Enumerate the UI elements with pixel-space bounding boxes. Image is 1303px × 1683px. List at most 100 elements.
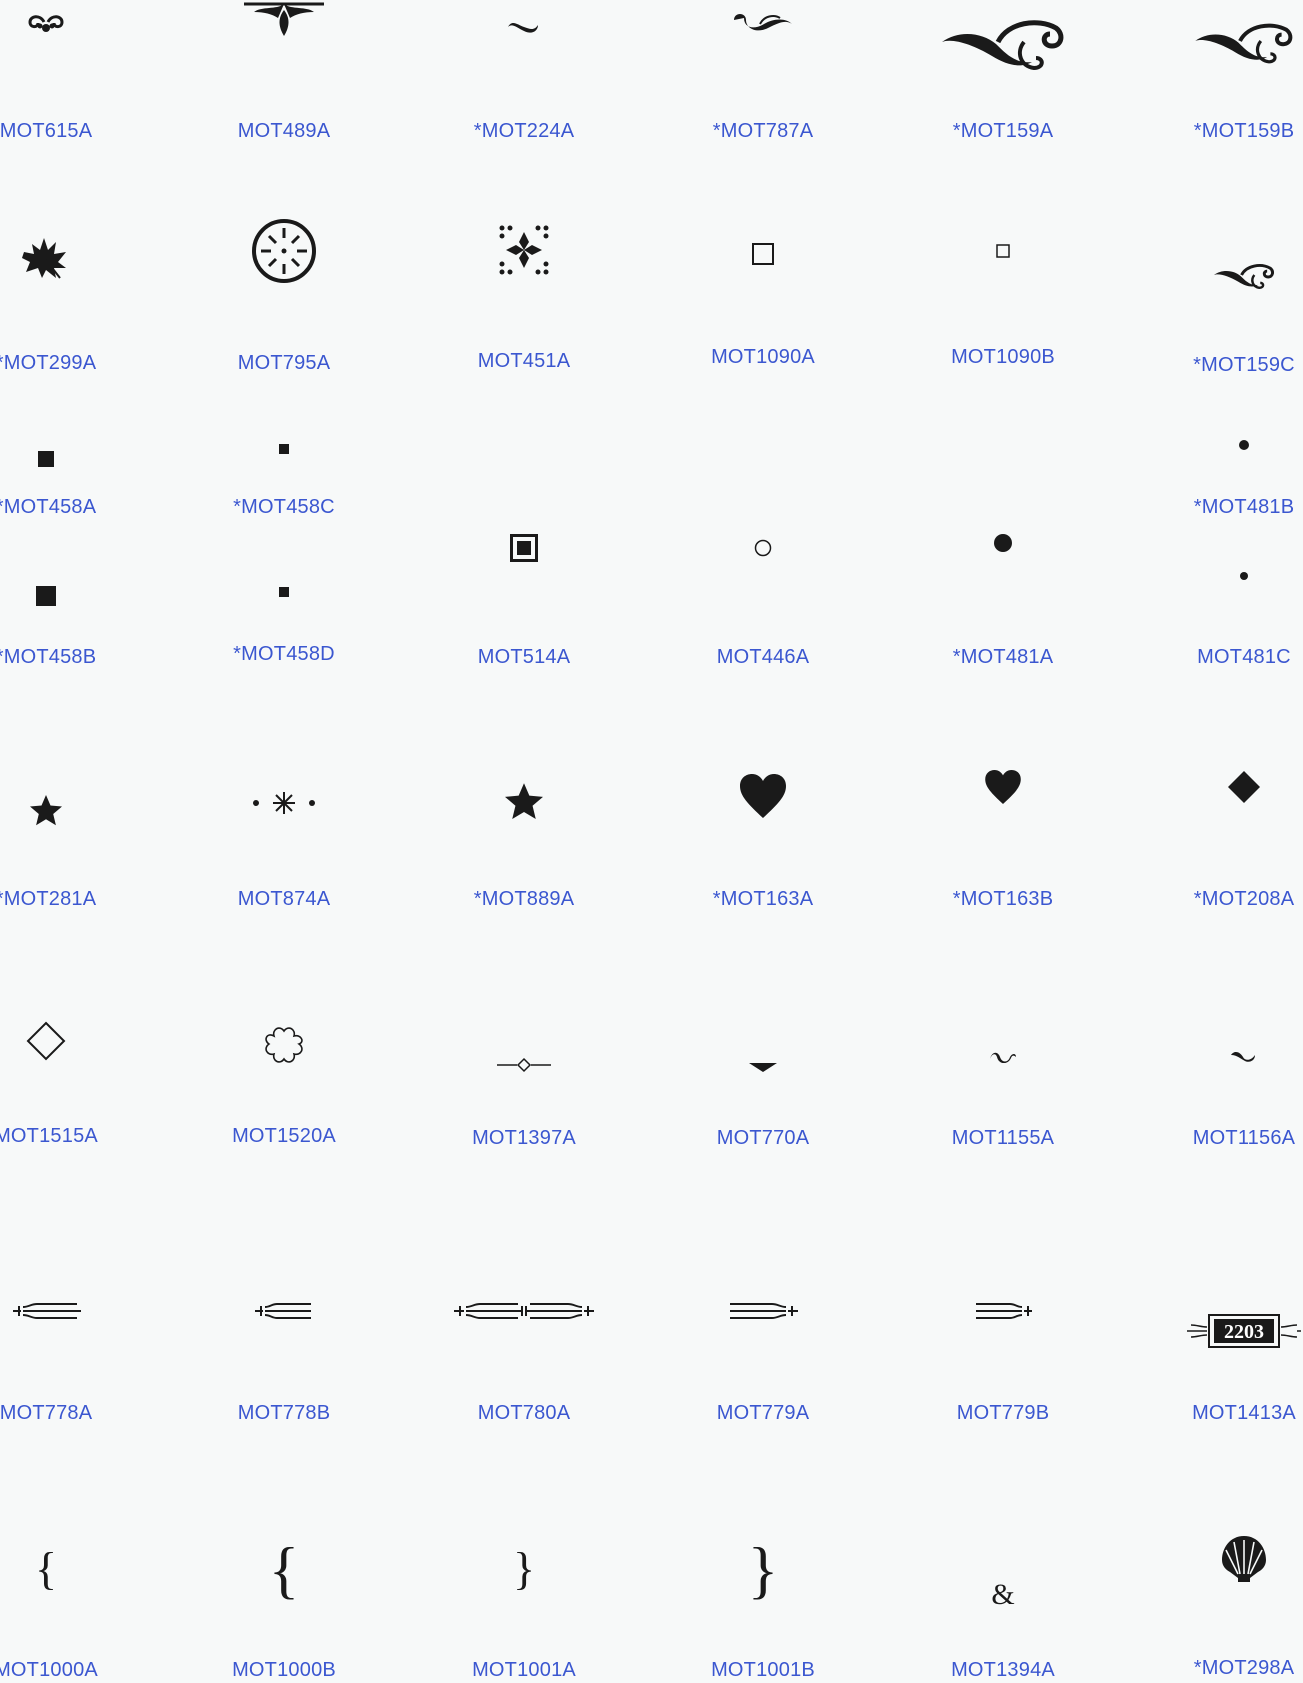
filled-dot-icon xyxy=(903,534,1103,552)
motif-tile[interactable]: MOT446A xyxy=(663,520,863,670)
motif-code: *MOT159C xyxy=(1193,354,1295,376)
motif-tile[interactable]: *MOT787A xyxy=(663,0,863,220)
large-right-brace-icon: } xyxy=(747,1534,779,1605)
short-double-line-divider-icon xyxy=(903,1300,1103,1322)
motif-code: *MOT281A xyxy=(0,888,97,910)
filled-diamond-icon xyxy=(1144,770,1303,804)
motif-tile[interactable]: *MOT481B xyxy=(1144,420,1303,518)
motif-tile[interactable]: MOT1515A xyxy=(0,1005,146,1225)
motif-tile[interactable]: } MOT1001B xyxy=(663,1510,863,1683)
motif-tile[interactable]: MOT778A xyxy=(0,1260,146,1480)
motif-tile[interactable]: *MOT163A xyxy=(663,760,863,980)
motif-tile[interactable]: *MOT299A xyxy=(0,210,146,430)
motif-tile[interactable]: *MOT224A xyxy=(424,0,624,220)
large-left-brace-icon: { xyxy=(268,1534,300,1605)
motif-code: *MOT208A xyxy=(1193,888,1295,910)
motif-code: MOT1397A xyxy=(472,1127,576,1149)
motif-code: MOT778B xyxy=(237,1402,331,1424)
motif-code: MOT1413A xyxy=(1192,1402,1296,1424)
motif-tile[interactable]: MOT778B xyxy=(184,1260,384,1480)
long-double-line-divider-icon xyxy=(424,1300,624,1322)
motif-tile[interactable]: MOT1520A xyxy=(184,1005,384,1225)
small-scroll-flourish-icon xyxy=(1144,260,1303,290)
motif-tile[interactable]: MOT1155A xyxy=(903,1005,1103,1225)
motif-code: MOT1090A xyxy=(711,346,815,368)
motif-tile[interactable]: MOT1397A xyxy=(424,1005,624,1225)
motif-code: *MOT787A xyxy=(712,120,814,142)
motif-tile[interactable]: MOT1156A xyxy=(1144,1005,1303,1225)
hanging-leaf-ornament-icon xyxy=(184,0,384,40)
motif-tile[interactable]: } MOT1001A xyxy=(424,1510,624,1683)
motif-code: MOT874A xyxy=(237,888,331,910)
motif-tile[interactable]: MOT795A xyxy=(184,210,384,430)
motif-tile[interactable]: *MOT458B xyxy=(0,520,146,670)
plaque-number: 2203 xyxy=(1224,1321,1264,1343)
motif-code: *MOT299A xyxy=(0,352,97,374)
motif-code: *MOT163A xyxy=(712,888,814,910)
quatrefoil-icon xyxy=(184,1025,384,1063)
large-scroll-flourish-icon xyxy=(903,12,1103,72)
motif-code: MOT1001A xyxy=(472,1659,576,1681)
scroll-flourish-icon xyxy=(1144,16,1303,66)
motif-tile[interactable]: *MOT481A xyxy=(903,520,1103,670)
motif-tile[interactable]: *MOT889A xyxy=(424,760,624,980)
double-line-divider-icon xyxy=(663,1300,863,1322)
motif-tile[interactable]: MOT1090B xyxy=(903,210,1103,430)
scroll-dots-ornament-icon xyxy=(0,12,146,40)
small-swash-icon xyxy=(424,15,624,37)
motif-tile[interactable]: MOT770A xyxy=(663,1005,863,1225)
motif-code: *MOT159A xyxy=(952,120,1054,142)
motif-code: MOT615A xyxy=(0,120,93,142)
motif-tile[interactable]: *MOT458C xyxy=(184,420,384,518)
short-double-line-divider-icon xyxy=(184,1300,384,1322)
motif-code: MOT1515A xyxy=(0,1125,98,1147)
motif-tile[interactable]: MOT451A xyxy=(424,210,624,430)
framed-square-icon xyxy=(424,534,624,562)
ampersand-icon: & xyxy=(991,1578,1015,1611)
motif-tile[interactable]: *MOT458A xyxy=(0,420,146,518)
large-filled-square-icon xyxy=(0,586,146,606)
motif-tile[interactable]: { MOT1000A xyxy=(0,1510,146,1683)
tiny-swash-icon xyxy=(1144,1049,1303,1063)
snowflake-tile-icon xyxy=(424,224,624,276)
filled-square-icon xyxy=(0,451,146,467)
motif-code: MOT1155A xyxy=(951,1127,1055,1149)
number-plaque-icon: 2203 xyxy=(1144,1311,1303,1351)
motif-tile[interactable]: MOT779A xyxy=(663,1260,863,1480)
motif-code: *MOT458D xyxy=(233,643,335,665)
maple-leaf-icon xyxy=(0,234,146,280)
tiny-swash-icon xyxy=(903,1049,1103,1063)
small-outline-square-icon xyxy=(903,244,1103,258)
motif-tile[interactable]: *MOT159B xyxy=(1144,0,1303,220)
motif-tile[interactable]: MOT514A xyxy=(424,520,624,670)
motif-tile[interactable]: *MOT159A xyxy=(903,0,1103,220)
small-heart-icon xyxy=(903,770,1103,804)
motif-tile[interactable]: MOT615A xyxy=(0,0,146,220)
outline-square-icon xyxy=(663,242,863,266)
motif-tile[interactable]: 2203 MOT1413A xyxy=(1144,1260,1303,1480)
motif-code: MOT1000A xyxy=(0,1659,98,1681)
motif-tile[interactable]: MOT489A xyxy=(184,0,384,220)
motif-tile[interactable]: MOT1090A xyxy=(663,210,863,430)
motif-tile[interactable]: { MOT1000B xyxy=(184,1510,384,1683)
motif-tile[interactable]: *MOT458D xyxy=(184,520,384,670)
motif-tile[interactable]: *MOT159C xyxy=(1144,210,1303,430)
motif-tile[interactable]: & MOT1394A xyxy=(903,1510,1103,1683)
motif-tile[interactable]: *MOT163B xyxy=(903,760,1103,980)
motif-code: MOT1394A xyxy=(951,1659,1055,1681)
motif-tile[interactable]: *MOT298A xyxy=(1144,1510,1303,1683)
motif-code: MOT1090B xyxy=(951,346,1055,368)
star-icon xyxy=(0,794,146,826)
motif-code: MOT770A xyxy=(716,1127,810,1149)
outline-circle-icon xyxy=(663,539,863,557)
motif-code: *MOT458B xyxy=(0,646,97,668)
flourish-swash-icon xyxy=(663,8,863,42)
motif-code: *MOT163B xyxy=(952,888,1054,910)
motif-code: *MOT458A xyxy=(0,496,97,518)
motif-tile[interactable]: *MOT281A xyxy=(0,760,146,980)
motif-tile[interactable]: MOT779B xyxy=(903,1260,1103,1480)
motif-tile[interactable]: MOT780A xyxy=(424,1260,624,1480)
motif-tile[interactable]: MOT481C xyxy=(1144,520,1303,670)
motif-tile[interactable]: *MOT208A xyxy=(1144,760,1303,980)
motif-tile[interactable]: MOT874A xyxy=(184,760,384,980)
